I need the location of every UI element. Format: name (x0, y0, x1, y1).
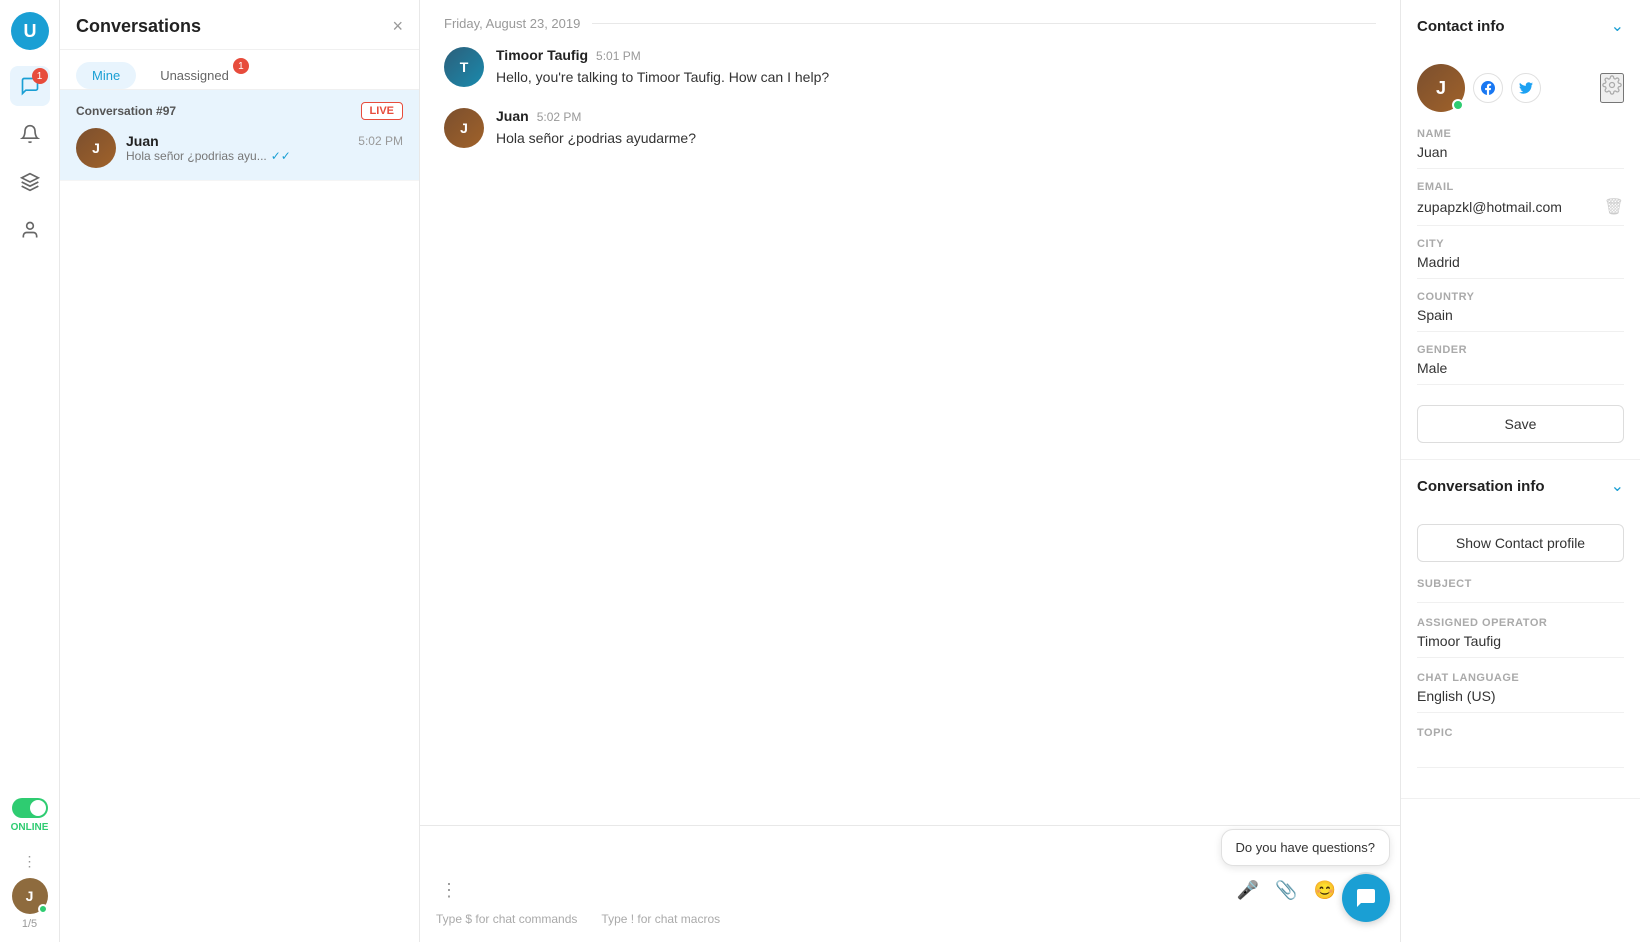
conversations-badge: 1 (32, 68, 48, 84)
macro-hint: Type ! for chat macros (601, 912, 720, 926)
topic-field: TOPIC (1417, 727, 1624, 768)
contact-avatar: J (1417, 64, 1465, 112)
gender-value: Male (1417, 360, 1447, 376)
page-count: 1/5 (22, 918, 37, 930)
nav-contacts-button[interactable] (10, 210, 50, 250)
message-text: Hello, you're talking to Timoor Taufig. … (496, 67, 1376, 88)
save-contact-button[interactable]: Save (1417, 405, 1624, 443)
conversations-header: Conversations × (60, 0, 419, 50)
name-value: Juan (1417, 144, 1447, 160)
chevron-down-icon: ⌄ (1611, 476, 1624, 496)
conversations-tabs: Mine Unassigned 1 (60, 50, 419, 90)
message-time: 5:02 PM (537, 110, 582, 124)
customer-avatar: J (444, 108, 484, 148)
date-divider: Friday, August 23, 2019 (420, 0, 1400, 47)
user-online-indicator (38, 904, 48, 914)
subject-label: SUBJECT (1417, 578, 1624, 590)
twitter-button[interactable] (1511, 73, 1541, 103)
navigation-sidebar: U 1 ONLINE ⋮ J (0, 0, 60, 942)
messages-container: T Timoor Taufig 5:01 PM Hello, you're ta… (420, 47, 1400, 825)
subject-field: SUBJECT (1417, 578, 1624, 603)
contact-settings-button[interactable] (1600, 73, 1624, 103)
email-value: zupapzkl@hotmail.com (1417, 199, 1562, 215)
user-options-menu[interactable]: ⋮ (19, 849, 41, 874)
conversation-info-section: Conversation info ⌄ Show Contact profile… (1401, 460, 1640, 799)
chevron-down-icon: ⌄ (1611, 16, 1624, 36)
app-logo: U (11, 12, 49, 50)
assigned-operator-value: Timoor Taufig (1417, 633, 1624, 658)
contact-avatar-row: J (1417, 64, 1624, 112)
live-badge: LIVE (361, 102, 403, 120)
subject-value (1417, 594, 1624, 603)
topic-value (1417, 743, 1624, 768)
assigned-operator-field: ASSIGNED OPERATOR Timoor Taufig (1417, 617, 1624, 658)
more-options-button[interactable]: ⋮ (436, 876, 462, 905)
message-row: T Timoor Taufig 5:01 PM Hello, you're ta… (444, 47, 1376, 88)
online-toggle-switch[interactable] (12, 798, 48, 818)
chat-widget-bubble: Do you have questions? (1221, 829, 1390, 866)
contact-city-field: CITY Madrid (1417, 238, 1624, 279)
conversation-contact-name: Juan (126, 133, 159, 149)
message-sender: Juan (496, 108, 529, 124)
conversation-item[interactable]: Conversation #97 LIVE J Juan 5:02 PM Hol… (60, 90, 419, 181)
delete-email-button[interactable]: 🗑 (1604, 197, 1624, 217)
contact-name-field: NAME Juan (1417, 128, 1624, 169)
user-avatar[interactable]: J (12, 878, 48, 914)
chat-widget-button[interactable] (1342, 874, 1390, 922)
conversation-avatar: J (76, 128, 116, 168)
online-status-toggle: ONLINE (11, 798, 49, 833)
country-value: Spain (1417, 307, 1453, 323)
conversations-list: Conversation #97 LIVE J Juan 5:02 PM Hol… (60, 90, 419, 942)
message-sender: Timoor Taufig (496, 47, 588, 63)
topic-label: TOPIC (1417, 727, 1624, 739)
agent-avatar: T (444, 47, 484, 87)
conversation-number: Conversation #97 (76, 104, 176, 118)
contact-info-section: Contact info ⌄ J (1401, 0, 1640, 460)
chat-language-field: CHAT LANGUAGE English (US) (1417, 672, 1624, 713)
conversations-panel: Conversations × Mine Unassigned 1 Conver… (60, 0, 420, 942)
conversation-info-title: Conversation info (1417, 478, 1545, 495)
contact-online-indicator (1452, 99, 1464, 111)
conversations-title: Conversations (76, 16, 201, 37)
city-value: Madrid (1417, 254, 1460, 270)
facebook-button[interactable] (1473, 73, 1503, 103)
contact-email-field: EMAIL zupapzkl@hotmail.com 🗑 (1417, 181, 1624, 226)
chat-language-label: CHAT LANGUAGE (1417, 672, 1624, 684)
contact-info-body: J NAME Juan (1401, 52, 1640, 459)
message-input[interactable] (470, 878, 1225, 902)
contact-country-field: COUNTRY Spain (1417, 291, 1624, 332)
online-label: ONLINE (11, 822, 49, 833)
conversation-info-body: Show Contact profile SUBJECT ASSIGNED OP… (1401, 512, 1640, 798)
nav-notifications-button[interactable] (10, 114, 50, 154)
right-panel: Contact info ⌄ J (1400, 0, 1640, 942)
conversation-preview: Hola señor ¿podrias ayu... (126, 149, 267, 163)
chat-language-value: English (US) (1417, 688, 1624, 713)
chat-main: Friday, August 23, 2019 T Timoor Taufig … (420, 0, 1400, 942)
svg-text:U: U (23, 21, 36, 41)
command-hint: Type $ for chat commands (436, 912, 577, 926)
close-panel-button[interactable]: × (392, 16, 403, 37)
contact-gender-field: GENDER Male (1417, 344, 1624, 385)
contact-info-title: Contact info (1417, 18, 1505, 35)
nav-conversations-button[interactable]: 1 (10, 66, 50, 106)
contact-info-header[interactable]: Contact info ⌄ (1401, 0, 1640, 52)
email-label: EMAIL (1417, 181, 1624, 193)
assigned-operator-label: ASSIGNED OPERATOR (1417, 617, 1624, 629)
message-text: Hola señor ¿podrias ayudarme? (496, 128, 1376, 149)
name-label: NAME (1417, 128, 1624, 140)
country-label: COUNTRY (1417, 291, 1624, 303)
show-contact-profile-button[interactable]: Show Contact profile (1417, 524, 1624, 562)
nav-layers-button[interactable] (10, 162, 50, 202)
message-time: 5:01 PM (596, 49, 641, 63)
conversation-time: 5:02 PM (358, 134, 403, 148)
conversation-info-header[interactable]: Conversation info ⌄ (1401, 460, 1640, 512)
unassigned-badge: 1 (233, 58, 249, 74)
chat-widget: Do you have questions? (1221, 829, 1390, 922)
gender-label: GENDER (1417, 344, 1624, 356)
message-row: J Juan 5:02 PM Hola señor ¿podrias ayuda… (444, 108, 1376, 149)
read-receipt-icon: ✓✓ (271, 149, 291, 163)
tab-mine[interactable]: Mine (76, 62, 136, 89)
tab-unassigned[interactable]: Unassigned 1 (144, 62, 245, 89)
city-label: CITY (1417, 238, 1624, 250)
